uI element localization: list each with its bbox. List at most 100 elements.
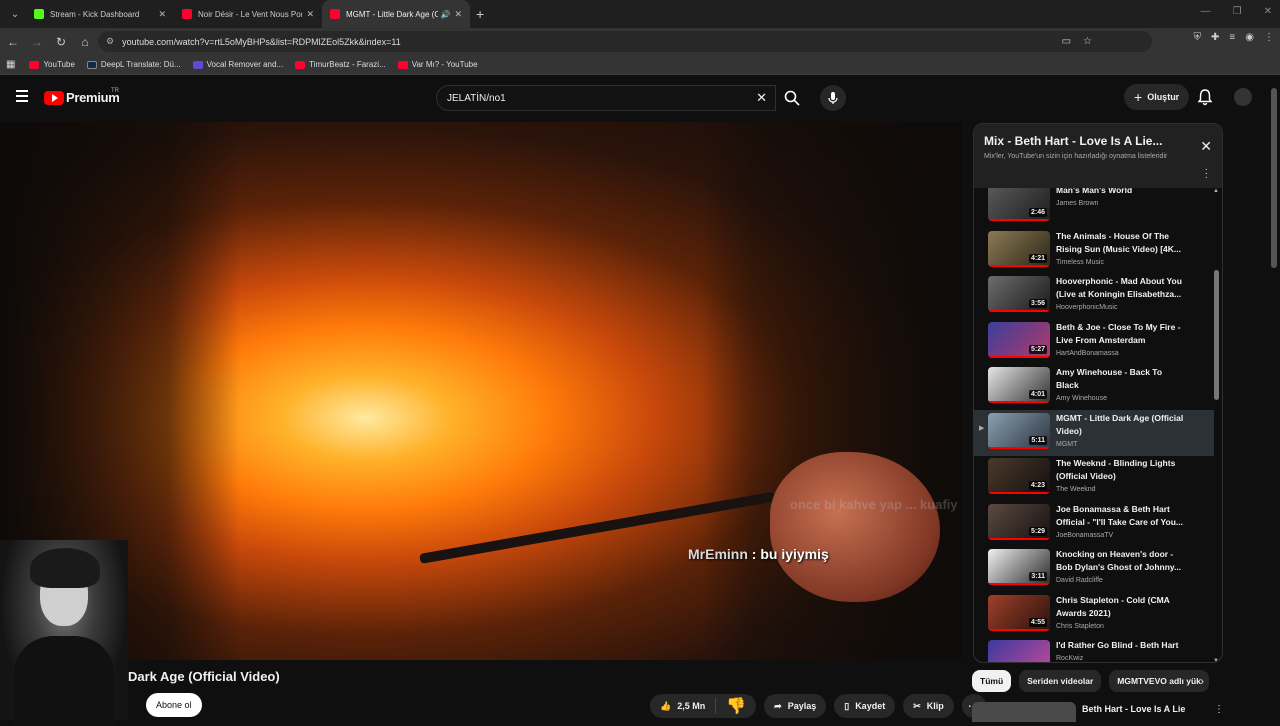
playlist-menu-icon[interactable]: · · · (1205, 165, 1208, 183)
thumbs-up-icon: 👍 (660, 700, 672, 711)
playlist-item[interactable]: 5:29 Joe Bonamassa & Beth Hart Official -… (974, 501, 1214, 547)
cast-icon[interactable]: ▭ (1062, 36, 1071, 47)
tab-title: Stream - Kick Dashboard (50, 9, 140, 19)
back-icon[interactable]: ← (2, 35, 24, 49)
media-icon[interactable]: ≡ (1229, 32, 1235, 43)
home-icon[interactable]: ⌂ (74, 35, 96, 49)
recommended-thumbnail[interactable] (972, 702, 1076, 722)
playlist-item[interactable]: 4:01 Amy Winehouse - Back To Black Amy Win… (974, 364, 1214, 410)
playlist-item-title: Amy Winehouse - Back To Black (1056, 367, 1163, 390)
clip-button[interactable]: ✂ Klip (903, 694, 954, 718)
playlist-thumbnail[interactable]: 5:11 (988, 412, 1050, 449)
voice-search-button[interactable] (820, 85, 846, 111)
playlist-title[interactable]: Mix - Beth Hart - Love Is A Lie... (984, 134, 1212, 148)
dislike-button[interactable]: 👎 (716, 696, 756, 716)
playlist-item-channel: MGMT (1056, 440, 1078, 448)
youtube-premium-logo[interactable]: Premium TR (44, 88, 120, 105)
tab-noir-desir[interactable]: Noir Désir - Le Vent Nous Porte ✕ (174, 0, 322, 28)
playlist-item[interactable]: 5:27 Beth & Joe - Close To My Fire - Live… (974, 319, 1214, 365)
playlist-item[interactable]: 3:11 Knocking on Heaven's door - Bob Dyla… (974, 546, 1214, 592)
watched-progress-bar (988, 537, 1050, 540)
scrollbar-thumb[interactable] (1214, 270, 1219, 400)
playlist-scrollbar[interactable]: ▲ ▼ (1213, 188, 1219, 662)
playlist-item[interactable]: 6:11 I'd Rather Go Blind - Beth Hart RocKw… (974, 637, 1214, 662)
subscribe-button[interactable]: Abone ol (146, 693, 202, 717)
puzzle-icon[interactable]: ✚ (1211, 32, 1219, 43)
search-button[interactable] (776, 85, 808, 111)
recommended-menu-icon[interactable]: ⋮ (1214, 704, 1224, 715)
scroll-up-icon[interactable]: ▲ (1213, 188, 1219, 194)
share-button[interactable]: ➦ Paylaş (764, 694, 827, 718)
duration-badge: 4:23 (1028, 481, 1047, 490)
close-tab-icon[interactable]: ✕ (306, 9, 314, 20)
chip-series[interactable]: Seriden videolar (1019, 670, 1102, 692)
recommended-title[interactable]: Beth Hart - Love Is A Lie (1082, 704, 1185, 714)
search-icon (784, 90, 800, 106)
minimize-icon[interactable]: — (1201, 6, 1211, 17)
bookmark-var-mi[interactable]: Var Mı? - YouTube (397, 60, 478, 69)
bookmark-icon: ▯ (844, 700, 850, 711)
video-player[interactable]: once bi kahve yap ... kuafiy ... al MrEm… (0, 122, 962, 660)
scroll-down-icon[interactable]: ▼ (1213, 658, 1219, 662)
playlist-item[interactable]: 4:21 The Animals - House Of The Rising Su… (974, 228, 1214, 274)
chat-overlay-message: MrEminn : bu iyiymiş (688, 546, 829, 562)
save-button[interactable]: ▯ Kaydet (834, 694, 896, 718)
playlist-thumbnail[interactable]: 3:11 (988, 549, 1050, 585)
chip-all[interactable]: Tümü (972, 670, 1012, 692)
playlist-item[interactable]: 4:23 The Weeknd - Blinding Lights (Offici… (974, 455, 1214, 501)
bookmark-star-icon[interactable]: ☆ (1083, 36, 1092, 47)
playlist-thumbnail[interactable]: 2:46 (988, 188, 1050, 221)
bookmark-timurbeatz[interactable]: TimurBeatz - Farazi... (295, 60, 386, 69)
playlist-item[interactable]: 3:56 Hooverphonic - Mad About You (Live a… (974, 273, 1214, 319)
playlist-thumbnail[interactable]: 4:01 (988, 367, 1050, 403)
playlist-item[interactable]: 2:46 Man's Man's World James Brown (974, 188, 1214, 228)
new-tab-button[interactable]: + (476, 6, 484, 22)
playlist-thumbnail[interactable]: 4:23 (988, 458, 1050, 494)
profile-icon[interactable]: ◉ (1245, 32, 1254, 43)
bookmark-label: Vocal Remover and... (206, 60, 284, 69)
bookmark-vocal-remover[interactable]: Vocal Remover and... (192, 60, 284, 69)
site-info-icon[interactable]: ⚙ (106, 36, 114, 47)
search-input[interactable]: JELATİN/no1 ✕ (436, 85, 776, 111)
playlist-thumbnail[interactable]: 5:27 (988, 321, 1050, 358)
chat-username: MrEminn (688, 546, 748, 562)
like-button[interactable]: 👍 2,5 Mn (650, 698, 717, 714)
shield-icon[interactable]: ⛨ (1194, 32, 1202, 43)
clear-search-icon[interactable]: ✕ (756, 90, 767, 106)
maximize-icon[interactable]: ❐ (1233, 6, 1242, 17)
playlist-thumbnail[interactable]: 5:29 (988, 503, 1050, 540)
close-playlist-icon[interactable]: ✕ (1200, 138, 1212, 155)
bookmark-deepl[interactable]: DeepL Translate: Dü... (86, 60, 181, 69)
recommended-video[interactable]: Beth Hart - Love Is A Lie ⋮ (972, 702, 1224, 722)
bookmark-label: Var Mı? - YouTube (411, 60, 478, 69)
reload-icon[interactable]: ↻ (50, 35, 72, 49)
playlist-item-meta: MGMT - Little Dark Age (Official Video) M… (1056, 412, 1186, 448)
menu-dots-icon[interactable]: ⋮ (1264, 32, 1274, 43)
hamburger-menu-icon[interactable] (16, 90, 28, 102)
account-avatar[interactable] (1234, 88, 1252, 106)
playlist-item[interactable]: 4:55 Chris Stapleton - Cold (CMA Awards 2… (974, 592, 1214, 638)
close-tab-icon[interactable]: ✕ (454, 9, 462, 20)
speaker-icon[interactable]: 🔊 (440, 10, 450, 19)
tab-search-button[interactable]: ⌄ (4, 3, 26, 25)
playlist-thumbnail[interactable]: 6:11 (988, 640, 1050, 662)
playlist-thumbnail[interactable]: 4:21 (988, 230, 1050, 267)
save-label: Kaydet (855, 701, 886, 711)
playlist-item-channel: James Brown (1056, 200, 1099, 207)
chip-uploader[interactable]: MGMTVEVO adlı yük (1109, 670, 1209, 692)
page-scrollbar[interactable] (1271, 88, 1277, 268)
playlist-thumbnail[interactable]: 3:56 (988, 276, 1050, 312)
close-tab-icon[interactable]: ✕ (158, 9, 166, 20)
apps-grid-icon[interactable]: ▦ (6, 59, 15, 70)
close-window-icon[interactable]: ✕ (1264, 6, 1272, 17)
tab-mgmt-active[interactable]: MGMT - Little Dark Age (Of 🔊 ✕ (322, 0, 470, 28)
bookmark-youtube[interactable]: YouTube (29, 60, 75, 69)
playlist-thumbnail[interactable]: 4:55 (988, 594, 1050, 631)
forward-icon[interactable]: → (26, 35, 48, 49)
playlist-item[interactable]: ▶ 5:11 MGMT - Little Dark Age (Official Vi… (974, 409, 1214, 456)
notifications-bell-icon[interactable] (1196, 88, 1214, 106)
create-button[interactable]: + Oluştur (1124, 84, 1190, 110)
chevron-right-icon[interactable]: › (1200, 674, 1204, 688)
address-bar[interactable]: ⚙ youtube.com/watch?v=rtL5oMyBHPs&list=R… (98, 31, 1152, 52)
tab-kick-dashboard[interactable]: Stream - Kick Dashboard ✕ (26, 0, 174, 28)
